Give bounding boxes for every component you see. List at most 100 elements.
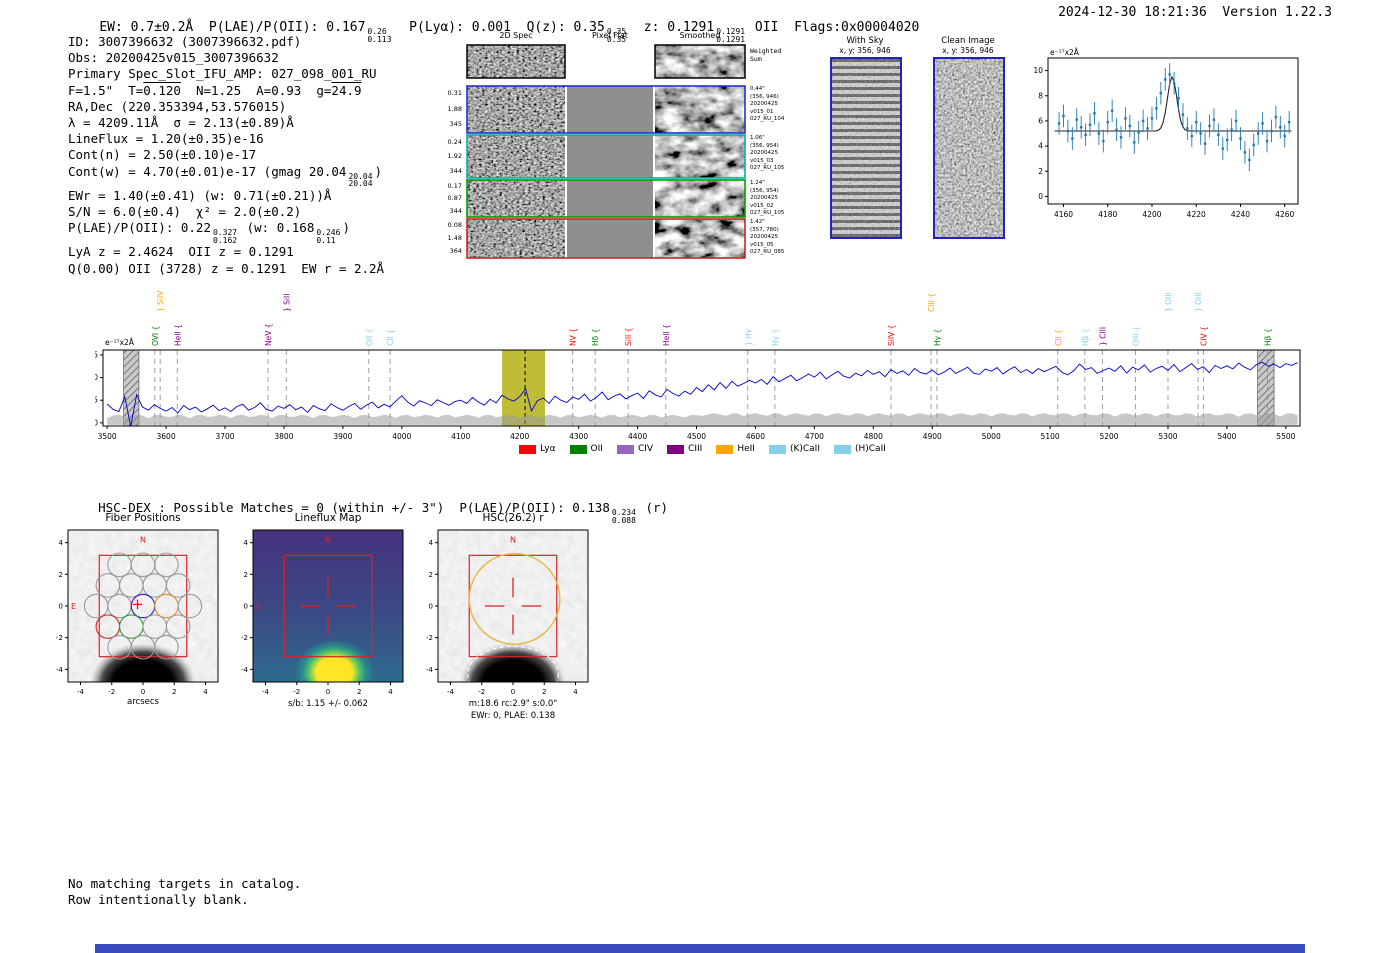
data-point (1261, 122, 1264, 125)
legend-label: Lyα (540, 444, 556, 454)
panel-y-tick-label: 0 (244, 603, 248, 611)
spec2d-cutout-grid (466, 44, 746, 259)
cutout-row-left-labels: 0.31 1.88 345 (447, 89, 462, 129)
panel-x-tick-label: 0 (511, 688, 515, 696)
zoom-y-tick-label: 4 (1038, 142, 1043, 151)
cutout-smoothed (655, 180, 745, 217)
emission-line-label: CIV { (1199, 326, 1208, 346)
gmag-error-fraction: 20.04 20.04 (348, 171, 373, 189)
data-point (1115, 128, 1118, 131)
compass-east-label: E (71, 602, 76, 611)
line-fit-plot: 4160 4180 4200 4220 4240 4260 0 2 4 6 8 10 e⁻¹⁷x2Å (1033, 48, 1299, 219)
legend-label: CIV (637, 444, 654, 454)
detection-info-block: ID: 3007396632 (3007396632.pdf) Obs: 202… (68, 34, 428, 277)
svg-text:CII {: CII { (386, 329, 395, 346)
info-seeing-line: F=1.5" T=0.120 N=1.25 A=0.93 g=24.9 (68, 82, 362, 98)
data-point (1071, 137, 1074, 140)
emission-line-label: Hβ { (1264, 328, 1273, 346)
clean-noise (935, 59, 1003, 237)
panel-y-tick-label: -2 (241, 634, 248, 642)
zoom-x-tick-label: 4260 (1275, 210, 1294, 219)
data-point (1168, 73, 1171, 76)
cutout-2dspec (467, 86, 565, 133)
zoom-y-tick-label: 0 (1038, 192, 1043, 201)
fiber-positions-panel: NE-4-4-2-2002244 (56, 529, 219, 696)
panel-y-tick-label: -2 (56, 634, 63, 642)
legend-color-patch (569, 444, 587, 454)
data-point (1186, 127, 1189, 130)
legend-color-patch (768, 444, 786, 454)
info-obs: Obs: 20200425v015_3007396632 (68, 50, 279, 66)
panel-x-tick-label: -2 (293, 688, 300, 696)
panel-x-tick-label: 2 (172, 688, 176, 696)
panel-x-tick-label: 4 (573, 688, 578, 696)
emission-line-label: } SiII (282, 294, 291, 312)
svg-text:} SiIV: } SiIV (156, 290, 165, 312)
cutout-row-left-labels: 0.08 1.48 364 (447, 221, 462, 255)
data-point (1274, 115, 1278, 119)
emission-line-label: HeII { (173, 324, 182, 346)
svg-text:CII {: CII { (1054, 329, 1063, 346)
data-point (1150, 117, 1154, 120)
legend-item: Lyα (519, 444, 556, 454)
info-sn-chi2: S/N = 6.0(±0.4) χ² = 2.0(±0.2) (68, 204, 302, 220)
panel-x-tick-label: -2 (108, 688, 115, 696)
clean-image (935, 59, 1003, 237)
info-cont-n: Cont(n) = 2.50(±0.10)e-17 (68, 147, 257, 163)
weighted-sum-flat (567, 45, 653, 78)
cutout-pixelflat (567, 180, 653, 217)
emission-line-label: CII { (386, 329, 395, 346)
sky-noise-overlay (832, 59, 900, 237)
info-plae-poii: P(LAE)/P(OII): 0.22 0.327 0.162 (w: 0.168 0… (68, 220, 350, 245)
spectrum-x-tick-label: 3500 (98, 432, 117, 441)
legend-label: (H)CaII (854, 444, 886, 454)
data-point (1230, 128, 1233, 131)
svg-text:NV {: NV { (569, 328, 578, 346)
zoom-x-tick-label: 4160 (1054, 210, 1073, 219)
emission-line-label: } OIII (1164, 292, 1173, 312)
spectrum-x-tick-label: 4500 (687, 432, 706, 441)
data-point (1239, 137, 1242, 140)
emission-line-label: SiIV { (887, 325, 896, 346)
data-point (1133, 141, 1136, 144)
emission-line-label: OII { (365, 329, 374, 346)
legend-color-patch (519, 444, 537, 454)
weighted-sum-2dspec (467, 45, 565, 78)
cutout-row-left-labels: 0.24 1.92 344 (447, 138, 462, 175)
lineflux-blob (294, 639, 375, 682)
data-point (1128, 124, 1132, 128)
hsc-r-panel: N -4 -4 -2 -2 0 0 2 2 4 4 (426, 529, 589, 696)
panel-x-tick-label: -2 (478, 688, 485, 696)
spectrum-x-tick-label: 3700 (215, 432, 234, 441)
emission-line-label: NV { (569, 328, 578, 346)
svg-text:Hγ {: Hγ { (933, 329, 942, 346)
spectrum-x-tick-label: 3900 (333, 432, 352, 441)
data-point (1243, 151, 1247, 154)
data-point (1079, 126, 1083, 129)
bottom-colorbar (95, 944, 1305, 953)
legend-label: (K)CaII (789, 444, 820, 454)
panel-x-tick-label: 2 (542, 688, 546, 696)
panel-y-tick-label: 2 (429, 571, 433, 579)
weighted-sum-label: Weighted Sum (750, 47, 782, 63)
spectrum-x-tick-label: 4000 (392, 432, 411, 441)
panel-x-tick-label: -4 (77, 688, 85, 696)
emission-line-label: Hδ { (591, 329, 600, 346)
legend-item: CIII (667, 444, 702, 454)
data-point (1265, 139, 1269, 143)
data-point (1057, 122, 1061, 125)
data-point (1124, 117, 1127, 120)
svg-text:HeII {: HeII { (173, 324, 182, 346)
panel-y-tick-label: 0 (59, 603, 63, 611)
data-point (1066, 129, 1070, 133)
data-point (1212, 118, 1216, 121)
zoom-y-tick-label: 8 (1038, 91, 1043, 100)
data-point (1195, 120, 1198, 124)
spectrum-x-tick-label: 5400 (1217, 432, 1236, 441)
cutout-2dspec (467, 135, 565, 178)
spectrum-x-tick-label: 4200 (510, 432, 529, 441)
legend-item: (H)CaII (833, 444, 886, 454)
zoom-y-tick-label: 6 (1038, 116, 1043, 125)
data-point (1110, 109, 1114, 113)
emission-line-label: OIII { (1132, 326, 1141, 346)
